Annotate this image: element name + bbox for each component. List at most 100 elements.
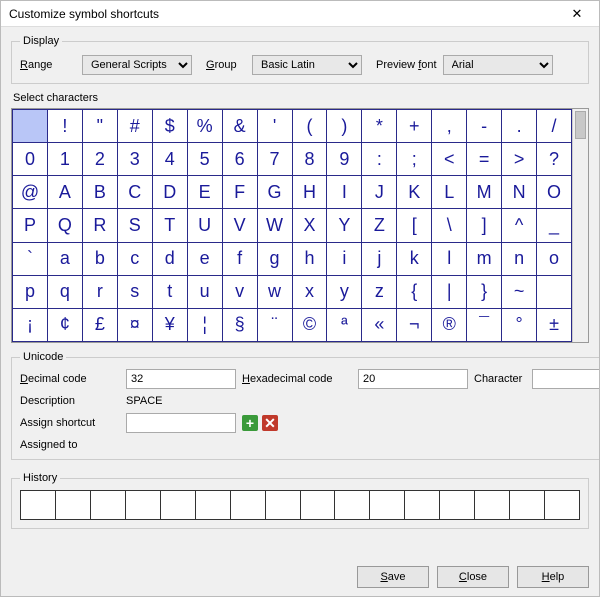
char-cell[interactable]: l xyxy=(432,242,467,275)
char-cell[interactable]: c xyxy=(117,242,152,275)
char-cell[interactable]: z xyxy=(362,275,397,308)
remove-shortcut-icon[interactable]: ✕ xyxy=(262,415,278,431)
help-button[interactable]: Help xyxy=(517,566,589,588)
char-cell[interactable]: " xyxy=(82,110,117,143)
char-cell[interactable]: ] xyxy=(467,209,502,242)
char-cell[interactable]: p xyxy=(13,275,48,308)
char-cell[interactable]: E xyxy=(187,176,222,209)
char-cell[interactable]: [ xyxy=(397,209,432,242)
char-cell[interactable]: a xyxy=(47,242,82,275)
preview-font-select[interactable]: Arial xyxy=(443,55,553,75)
char-cell[interactable]: ¯ xyxy=(467,308,502,341)
char-cell[interactable]: 4 xyxy=(152,143,187,176)
history-cell[interactable] xyxy=(196,491,231,519)
char-cell[interactable]: i xyxy=(327,242,362,275)
char-cell[interactable]: ¨ xyxy=(257,308,292,341)
char-cell[interactable]: m xyxy=(467,242,502,275)
history-cell[interactable] xyxy=(370,491,405,519)
char-cell[interactable]: ^ xyxy=(502,209,537,242)
char-cell[interactable]: 0 xyxy=(13,143,48,176)
char-cell[interactable]: Y xyxy=(327,209,362,242)
char-cell[interactable]: 7 xyxy=(257,143,292,176)
close-icon[interactable]: ✕ xyxy=(557,2,597,26)
char-cell[interactable]: ¬ xyxy=(397,308,432,341)
char-cell[interactable]: 5 xyxy=(187,143,222,176)
range-select[interactable]: General Scripts xyxy=(82,55,192,75)
history-cell[interactable] xyxy=(545,491,579,519)
char-cell[interactable]: 1 xyxy=(47,143,82,176)
char-cell[interactable]: P xyxy=(13,209,48,242)
char-cell[interactable]: O xyxy=(537,176,572,209)
char-cell[interactable]: * xyxy=(362,110,397,143)
char-cell[interactable]: q xyxy=(47,275,82,308)
group-select[interactable]: Basic Latin xyxy=(252,55,362,75)
char-cell[interactable]: $ xyxy=(152,110,187,143)
char-cell[interactable]: § xyxy=(222,308,257,341)
char-cell[interactable]: © xyxy=(292,308,327,341)
char-cell[interactable]: : xyxy=(362,143,397,176)
char-cell[interactable]: / xyxy=(537,110,572,143)
char-cell[interactable]: g xyxy=(257,242,292,275)
char-cell[interactable]: | xyxy=(432,275,467,308)
char-cell[interactable]: ! xyxy=(47,110,82,143)
char-grid-scrollbar[interactable] xyxy=(572,109,588,342)
history-cell[interactable] xyxy=(91,491,126,519)
char-cell[interactable]: n xyxy=(502,242,537,275)
char-cell[interactable]: U xyxy=(187,209,222,242)
char-cell[interactable]: G xyxy=(257,176,292,209)
char-cell[interactable]: ~ xyxy=(502,275,537,308)
char-cell[interactable]: o xyxy=(537,242,572,275)
char-cell[interactable]: ; xyxy=(397,143,432,176)
char-cell[interactable]: - xyxy=(467,110,502,143)
history-cell[interactable] xyxy=(266,491,301,519)
char-cell[interactable]: 9 xyxy=(327,143,362,176)
char-cell[interactable]: k xyxy=(397,242,432,275)
char-cell[interactable]: \ xyxy=(432,209,467,242)
history-cell[interactable] xyxy=(475,491,510,519)
char-cell[interactable]: ' xyxy=(257,110,292,143)
char-cell[interactable]: ° xyxy=(502,308,537,341)
char-cell[interactable]: 2 xyxy=(82,143,117,176)
history-cell[interactable] xyxy=(126,491,161,519)
char-cell[interactable]: w xyxy=(257,275,292,308)
history-cell[interactable] xyxy=(21,491,56,519)
decimal-code-input[interactable] xyxy=(126,369,236,389)
char-cell[interactable]: t xyxy=(152,275,187,308)
history-cell[interactable] xyxy=(301,491,336,519)
char-cell[interactable]: ® xyxy=(432,308,467,341)
char-cell[interactable]: ¦ xyxy=(187,308,222,341)
char-cell[interactable]: % xyxy=(187,110,222,143)
char-cell[interactable] xyxy=(537,275,572,308)
char-cell[interactable]: + xyxy=(397,110,432,143)
char-cell[interactable]: j xyxy=(362,242,397,275)
history-cell[interactable] xyxy=(56,491,91,519)
char-cell[interactable]: F xyxy=(222,176,257,209)
char-cell[interactable]: V xyxy=(222,209,257,242)
char-cell[interactable]: Z xyxy=(362,209,397,242)
char-cell[interactable]: @ xyxy=(13,176,48,209)
char-cell[interactable]: h xyxy=(292,242,327,275)
char-cell[interactable]: S xyxy=(117,209,152,242)
add-shortcut-icon[interactable]: + xyxy=(242,415,258,431)
history-cell[interactable] xyxy=(405,491,440,519)
char-cell[interactable]: & xyxy=(222,110,257,143)
char-cell[interactable]: . xyxy=(502,110,537,143)
char-cell[interactable]: N xyxy=(502,176,537,209)
char-cell[interactable]: ¡ xyxy=(13,308,48,341)
char-cell[interactable]: ¢ xyxy=(47,308,82,341)
char-cell[interactable]: X xyxy=(292,209,327,242)
char-cell[interactable]: T xyxy=(152,209,187,242)
char-cell[interactable]: ? xyxy=(537,143,572,176)
char-cell[interactable]: J xyxy=(362,176,397,209)
char-cell[interactable]: ± xyxy=(537,308,572,341)
char-cell[interactable]: D xyxy=(152,176,187,209)
history-cells[interactable] xyxy=(20,490,580,520)
char-cell[interactable]: _ xyxy=(537,209,572,242)
char-cell[interactable]: e xyxy=(187,242,222,275)
char-cell[interactable]: ) xyxy=(327,110,362,143)
char-cell[interactable]: f xyxy=(222,242,257,275)
char-cell[interactable]: R xyxy=(82,209,117,242)
character-grid[interactable]: !"#$%&'()*+,-./0123456789:;<=>?@ABCDEFGH… xyxy=(12,109,572,342)
char-cell[interactable]: u xyxy=(187,275,222,308)
char-cell[interactable]: 6 xyxy=(222,143,257,176)
